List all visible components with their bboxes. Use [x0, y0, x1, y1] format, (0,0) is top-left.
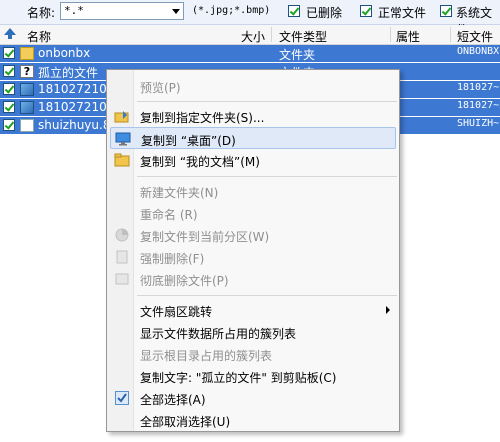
name-filter-label: 名称: — [27, 6, 56, 20]
menu-item-label: 复制到指定文件夹(S)... — [140, 111, 265, 125]
menu-item-new-folder[interactable]: 新建文件夹(N) — [110, 180, 396, 202]
column-name[interactable]: 名称 — [27, 28, 51, 45]
menu-item-force-delete[interactable]: 强制删除(F) — [110, 246, 396, 268]
row-checkbox[interactable] — [3, 83, 15, 95]
menu-item-label: 新建文件夹(N) — [140, 186, 219, 200]
menu-item-label: 强制删除(F) — [140, 252, 205, 266]
menu-item-copy-to-documents[interactable]: 复制到 “我的文档”(M) — [110, 149, 396, 171]
extension-hint: (*.jpg;*.bmp) — [192, 5, 271, 16]
image-file-icon — [20, 101, 34, 114]
menu-item-label: 复制文件到当前分区(W) — [140, 230, 270, 244]
menu-item-label: 复制到 “我的文档”(M) — [140, 155, 260, 169]
menu-item-label: 复制到 “桌面”(D) — [141, 134, 236, 148]
select-all-icon — [114, 390, 130, 406]
deleted-files-label: 已删除 — [306, 6, 343, 20]
system-files-checkbox[interactable] — [440, 5, 452, 17]
menu-item-copy-text[interactable]: 复制文字: "孤立的文件" 到剪贴板(C) — [110, 365, 396, 387]
menu-item-label: 显示文件数据所占用的簇列表 — [140, 327, 297, 341]
copy-to-folder-icon — [114, 108, 130, 124]
row-checkbox[interactable] — [3, 119, 15, 131]
menu-item-copy-to-folder[interactable]: 复制到指定文件夹(S)... — [110, 105, 396, 127]
file-short-name: ONBONBX — [457, 46, 500, 57]
menu-item-sector-jump[interactable]: 文件扇区跳转 — [110, 299, 396, 321]
menu-item-label: 显示根目录占用的簇列表 — [140, 349, 273, 363]
document-file-icon — [20, 119, 34, 132]
image-file-icon — [20, 83, 34, 96]
menu-item-label: 文件扇区跳转 — [140, 305, 213, 319]
menu-item-preview[interactable]: 预览(P) — [110, 75, 396, 97]
menu-item-deselect-all[interactable]: 全部取消选择(U) — [110, 409, 396, 431]
column-type[interactable]: 文件类型 — [279, 28, 327, 45]
context-menu: 预览(P) 复制到指定文件夹(S)... 复制到 “桌面”(D) 复制到 “我的… — [106, 69, 400, 432]
file-short-name: SHUIZH~1 — [457, 118, 500, 129]
menu-item-permanent-delete[interactable]: 彻底删除文件(P) — [110, 268, 396, 290]
menu-item-copy-to-partition[interactable]: 复制文件到当前分区(W) — [110, 224, 396, 246]
column-attributes[interactable]: 属性 — [396, 28, 420, 45]
column-size[interactable]: 大小 — [241, 28, 265, 45]
menu-item-label: 重命名 (R) — [140, 208, 198, 222]
normal-files-label: 正常文件 — [378, 6, 427, 20]
filter-bar: 名称: *.* (*.jpg;*.bmp) 已删除 正常文件 系统文件 — [0, 0, 500, 37]
normal-files-checkbox[interactable] — [360, 5, 372, 17]
name-pattern-value: *.* — [64, 4, 84, 17]
folder-icon — [20, 47, 34, 60]
menu-item-rename[interactable]: 重命名 (R) — [110, 202, 396, 224]
column-header: 名称 大小 文件类型 属性 短文件名 — [0, 25, 500, 61]
force-delete-icon — [114, 249, 130, 265]
documents-folder-icon — [114, 152, 130, 168]
menu-item-show-clusters[interactable]: 显示文件数据所占用的簇列表 — [110, 321, 396, 343]
menu-item-select-all[interactable]: 全部选择(A) — [110, 387, 396, 409]
file-type: 文件夹 — [279, 48, 316, 62]
menu-item-label: 全部取消选择(U) — [140, 415, 231, 429]
row-checkbox[interactable] — [3, 65, 15, 77]
desktop-icon — [115, 131, 131, 147]
menu-item-label: 复制文字: "孤立的文件" 到剪贴板(C) — [140, 371, 337, 385]
file-row[interactable]: onbonbx 文件夹 ONBONBX — [0, 45, 500, 62]
file-name: onbonbx — [38, 46, 91, 60]
file-name: 孤立的文件 — [38, 66, 99, 80]
partition-icon — [114, 227, 130, 243]
file-short-name: 181027~2 — [457, 100, 500, 111]
chevron-down-icon[interactable] — [172, 9, 180, 14]
menu-item-label: 预览(P) — [140, 81, 181, 95]
row-checkbox[interactable] — [3, 101, 15, 113]
name-pattern-combobox[interactable]: *.* — [60, 2, 184, 20]
row-checkbox[interactable] — [3, 47, 15, 59]
menu-item-show-root-clusters[interactable]: 显示根目录占用的簇列表 — [110, 343, 396, 365]
submenu-arrow-icon — [386, 306, 390, 314]
up-folder-icon[interactable] — [4, 28, 16, 39]
file-short-name: 181027~1 — [457, 82, 500, 93]
menu-item-label: 全部选择(A) — [140, 393, 206, 407]
menu-item-label: 彻底删除文件(P) — [140, 274, 229, 288]
permanent-delete-icon — [114, 271, 130, 287]
unknown-folder-icon: ? — [20, 65, 34, 78]
menu-item-copy-to-desktop[interactable]: 复制到 “桌面”(D) — [110, 127, 396, 149]
deleted-files-checkbox[interactable] — [288, 5, 300, 17]
